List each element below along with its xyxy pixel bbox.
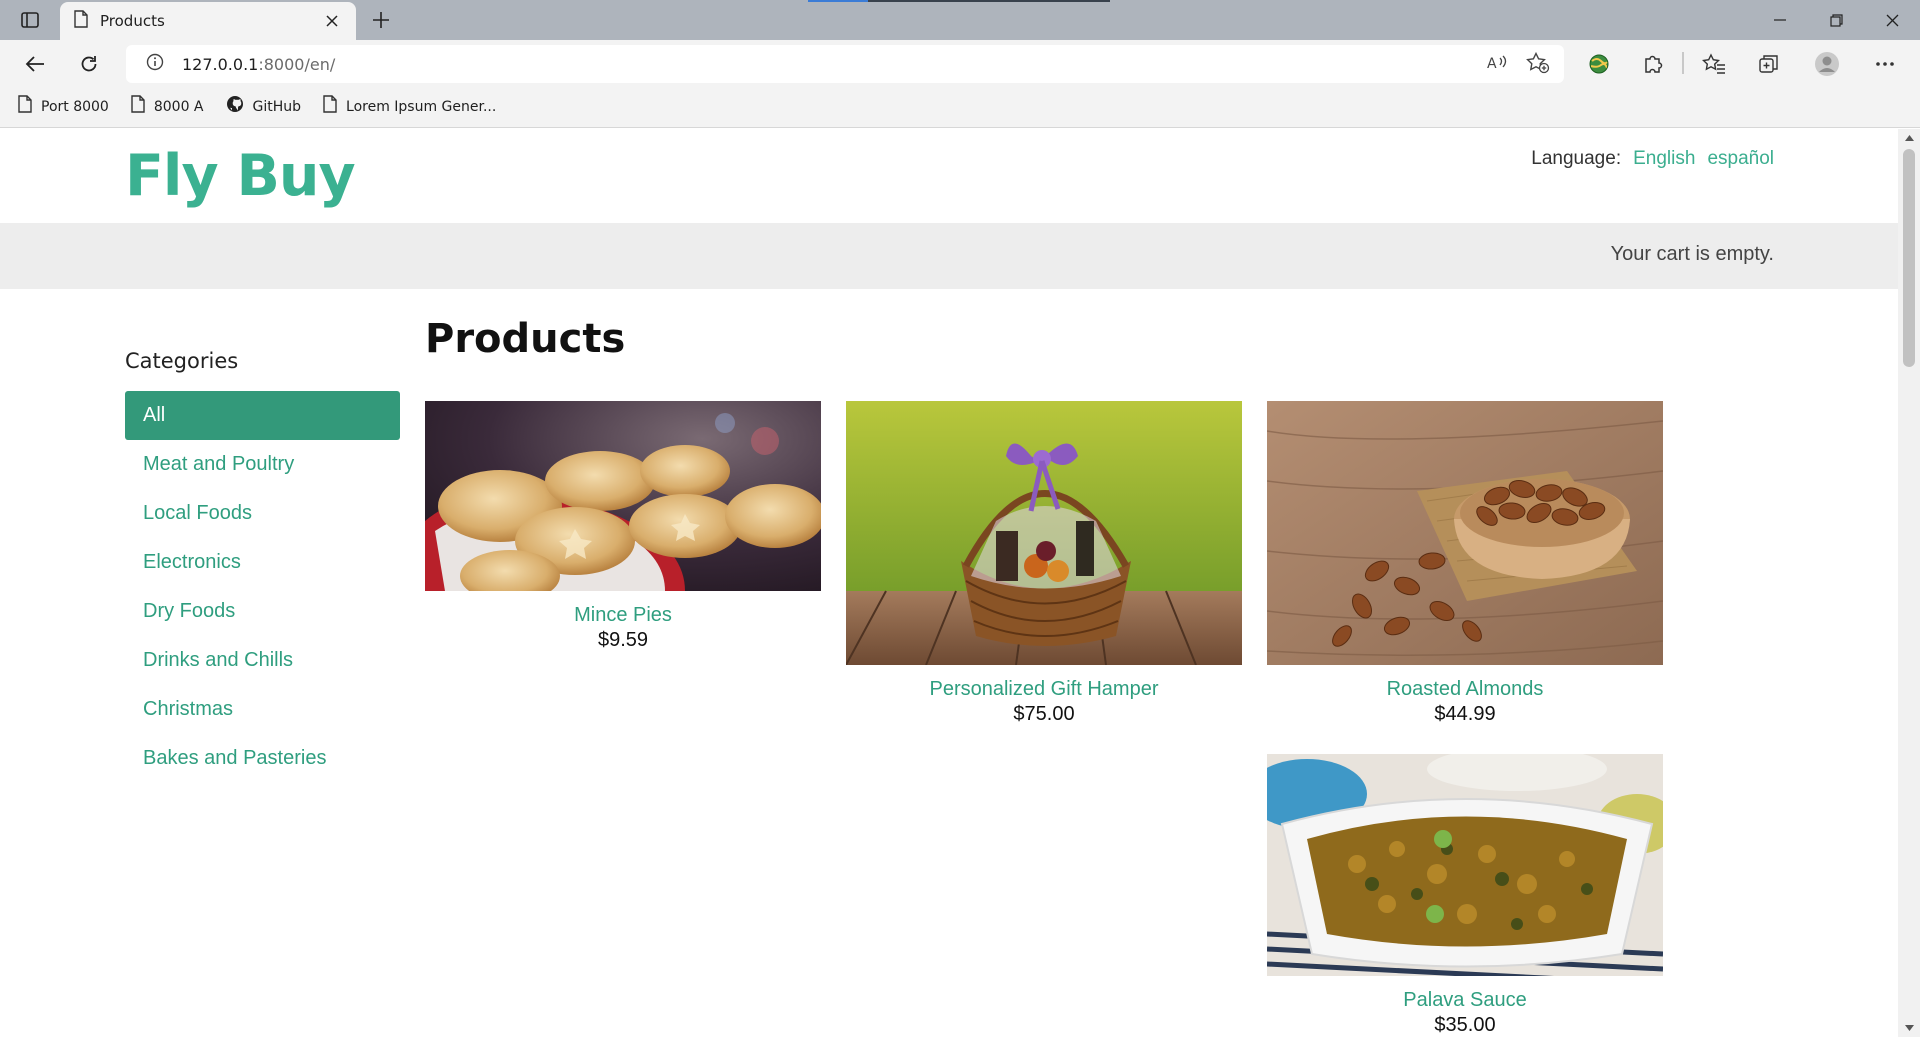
category-list: All Meat and Poultry Local Foods Electro… xyxy=(125,391,400,783)
roasted-almonds-photo[interactable] xyxy=(1267,401,1663,665)
category-item-local-foods[interactable]: Local Foods xyxy=(125,489,400,538)
read-aloud-icon[interactable]: A xyxy=(1486,52,1508,79)
language-link-espanol[interactable]: español xyxy=(1707,148,1774,170)
product-price: $44.99 xyxy=(1434,703,1496,725)
product-price: $75.00 xyxy=(1013,703,1075,725)
product-card: Roasted Almonds $44.99 xyxy=(1267,401,1663,726)
category-item-all[interactable]: All xyxy=(125,391,400,440)
bookmarks-bar: Port 8000 8000 A GitHub Lorem Ipsum Gene… xyxy=(0,86,1920,128)
site-logo[interactable]: Fly Buy xyxy=(125,143,356,209)
product-price: $9.59 xyxy=(597,629,649,651)
sidebar-title: Categories xyxy=(125,349,239,373)
add-favorite-icon[interactable] xyxy=(1526,51,1550,79)
url-text: 127.0.0.1:8000/en/ xyxy=(182,54,336,74)
vertical-scrollbar[interactable] xyxy=(1898,129,1920,1037)
scrollbar-thumb[interactable] xyxy=(1903,149,1915,367)
product-name-link[interactable]: Palava Sauce xyxy=(1267,989,1663,1012)
product-name-link[interactable]: Personalized Gift Hamper xyxy=(846,678,1242,701)
product-name-link[interactable]: Roasted Almonds xyxy=(1267,678,1663,701)
language-label: Language: xyxy=(1531,148,1622,169)
restore-icon[interactable] xyxy=(1808,0,1864,40)
page-icon xyxy=(74,9,88,33)
mince-pies-photo[interactable] xyxy=(425,401,821,591)
category-item-meat-and-poultry[interactable]: Meat and Poultry xyxy=(125,440,400,489)
extension-globe-icon[interactable] xyxy=(1582,47,1616,81)
language-switcher: Language: English español xyxy=(1531,148,1774,170)
tab-actions-icon[interactable] xyxy=(16,8,44,32)
address-bar[interactable]: 127.0.0.1:8000/en/ A xyxy=(126,45,1564,83)
minimize-icon[interactable] xyxy=(1752,0,1808,40)
category-item-electronics[interactable]: Electronics xyxy=(125,538,400,587)
web-page: Fly Buy Language: English español Your c… xyxy=(0,129,1898,1037)
product-card: Personalized Gift Hamper $75.00 xyxy=(846,401,1242,726)
category-item-dry-foods[interactable]: Dry Foods xyxy=(125,587,400,636)
page-icon xyxy=(323,95,337,118)
product-card: Mince Pies $9.59 xyxy=(425,401,821,652)
page-icon xyxy=(131,95,145,118)
page-icon xyxy=(18,95,32,118)
github-icon xyxy=(226,95,244,118)
back-arrow-icon[interactable] xyxy=(18,47,52,81)
bookmark-lorem-ipsum[interactable]: Lorem Ipsum Gener... xyxy=(323,95,496,118)
category-item-christmas[interactable]: Christmas xyxy=(125,685,400,734)
favorites-icon[interactable] xyxy=(1697,47,1731,81)
scroll-up-arrow-icon[interactable] xyxy=(1904,133,1914,143)
categories-sidebar: Categories All Meat and Poultry Local Fo… xyxy=(125,349,400,783)
profile-avatar-icon[interactable] xyxy=(1810,47,1844,81)
loading-indicator xyxy=(808,0,1110,2)
scroll-down-arrow-icon[interactable] xyxy=(1904,1023,1914,1033)
close-window-icon[interactable] xyxy=(1864,0,1920,40)
refresh-icon[interactable] xyxy=(72,47,106,81)
more-options-icon[interactable] xyxy=(1868,47,1902,81)
product-name-link[interactable]: Mince Pies xyxy=(425,604,821,627)
product-card: Palava Sauce $35.00 xyxy=(1267,754,1663,1037)
cart-bar: Your cart is empty. xyxy=(0,223,1898,289)
browser-tab-active[interactable]: Products xyxy=(60,2,356,40)
bookmark-port-8000[interactable]: Port 8000 xyxy=(18,95,109,118)
svg-text:A: A xyxy=(1487,56,1497,72)
close-tab-icon[interactable] xyxy=(320,9,344,33)
bookmark-github[interactable]: GitHub xyxy=(226,95,301,118)
gift-hamper-photo[interactable] xyxy=(846,401,1242,665)
category-item-drinks-and-chills[interactable]: Drinks and Chills xyxy=(125,636,400,685)
collections-icon[interactable] xyxy=(1752,47,1786,81)
site-info-icon[interactable] xyxy=(146,53,164,76)
page-title: Products xyxy=(425,316,626,362)
tab-title: Products xyxy=(100,12,165,30)
extensions-puzzle-icon[interactable] xyxy=(1636,47,1670,81)
language-link-english[interactable]: English xyxy=(1633,148,1695,170)
browser-tab-strip: Products xyxy=(0,0,1920,40)
palava-sauce-photo[interactable] xyxy=(1267,754,1663,976)
product-price: $35.00 xyxy=(1434,1014,1496,1036)
cart-status: Your cart is empty. xyxy=(1610,243,1774,265)
category-item-bakes-and-pasteries[interactable]: Bakes and Pasteries xyxy=(125,734,400,783)
browser-toolbar: 127.0.0.1:8000/en/ A xyxy=(0,40,1920,86)
bookmark-8000-a[interactable]: 8000 A xyxy=(131,95,204,118)
toolbar-divider xyxy=(1682,52,1684,74)
new-tab-icon[interactable] xyxy=(366,6,396,34)
